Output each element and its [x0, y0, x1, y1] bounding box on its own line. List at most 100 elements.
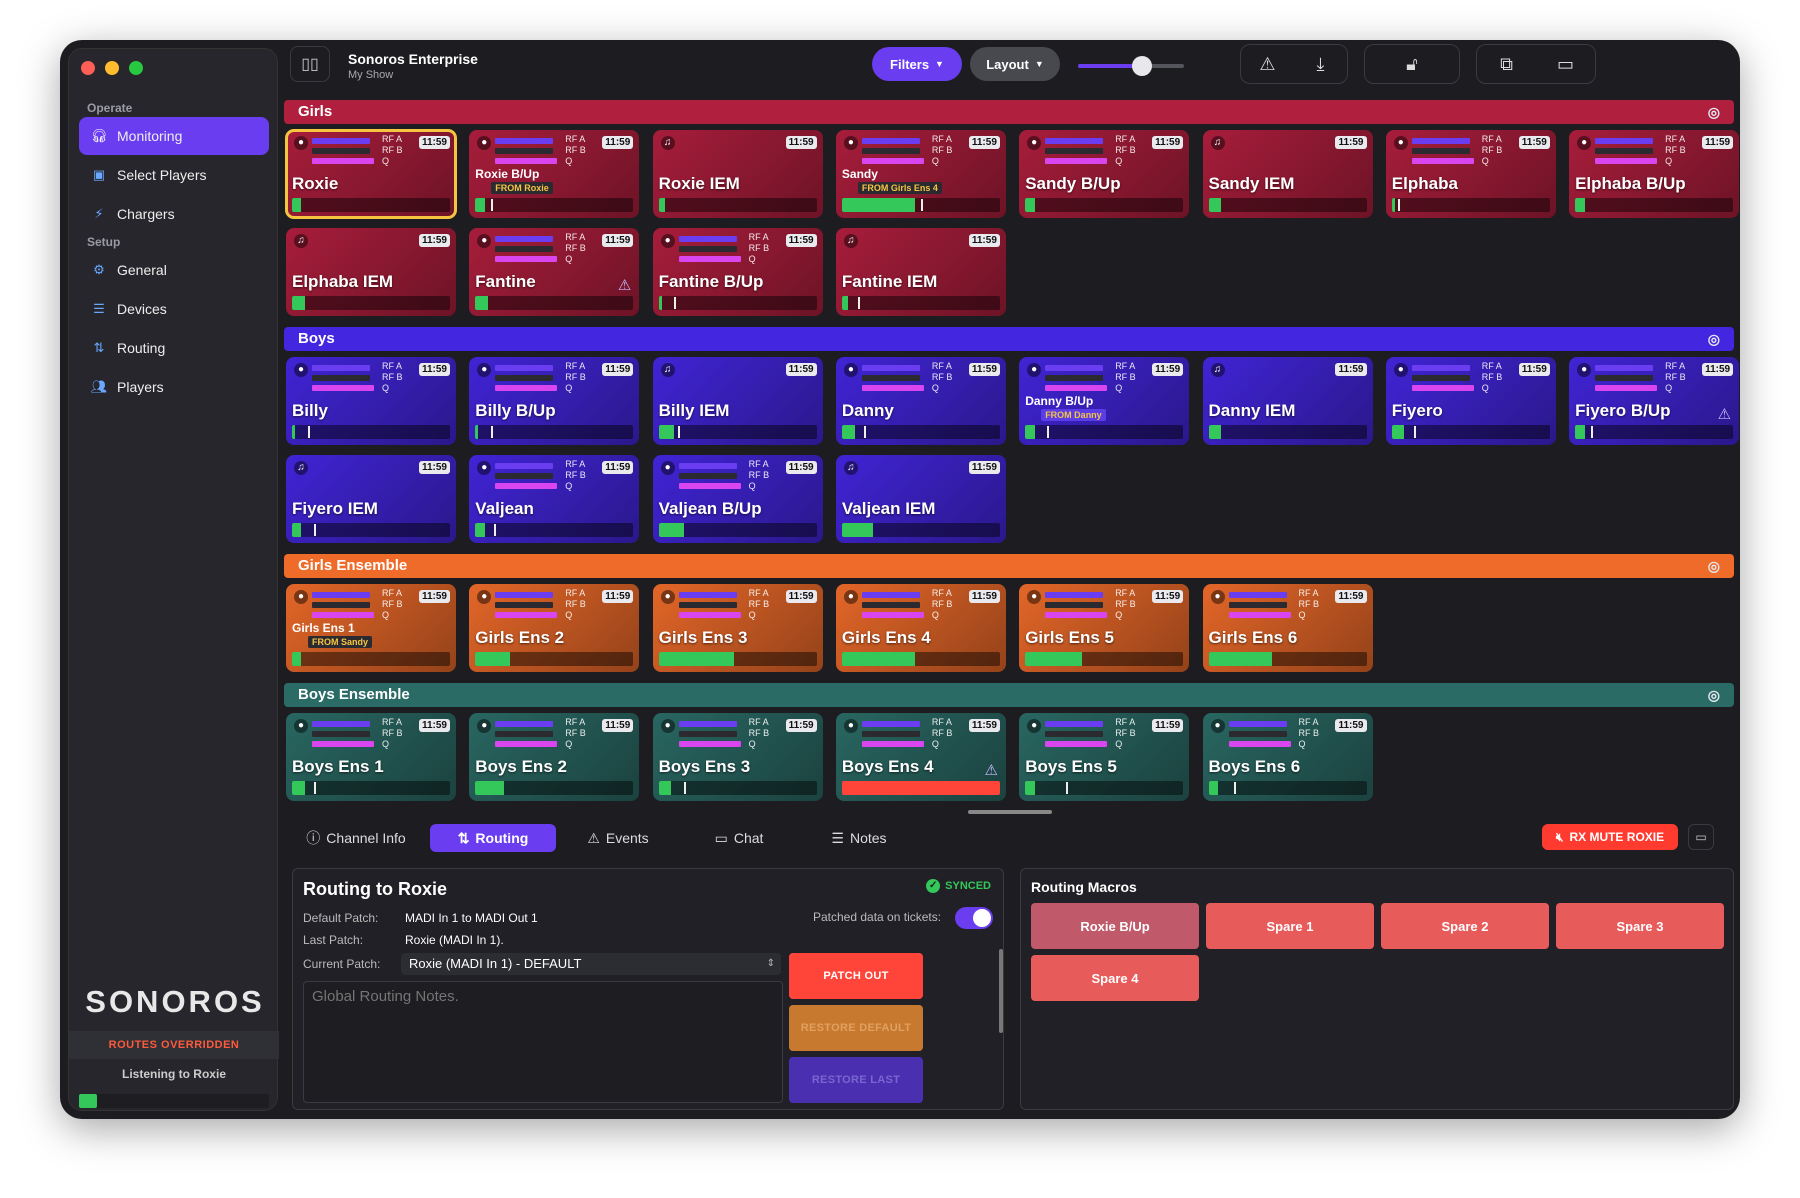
lock-icon[interactable]: 🔓︎	[1392, 54, 1432, 75]
channel-card[interactable]: ● RF A RF B Q 11:59 Boys Ens 5	[1019, 713, 1190, 801]
close-window-button[interactable]	[81, 61, 95, 75]
tab-chat[interactable]: ▭ Chat	[684, 824, 794, 852]
panel-toggle-icon[interactable]: ▭	[1546, 54, 1586, 75]
patched-data-toggle[interactable]	[955, 907, 993, 929]
channel-card[interactable]: ● RF A RF B Q 11:59 Sandy FROM Girls Ens 4	[835, 130, 1006, 218]
rf-meter	[312, 363, 382, 393]
channel-name: Girls Ens 3	[658, 628, 748, 647]
channel-card[interactable]: ● RF A RF B Q 11:59 Danny B/Up FROM Danny	[1019, 357, 1190, 445]
channel-card[interactable]: ♫ 11:59 Fantine IEM	[835, 228, 1006, 316]
tab-channel-info[interactable]: ⓘ Channel Info	[294, 824, 418, 852]
tab-routing[interactable]: ⇅ Routing	[430, 824, 556, 852]
zoom-window-button[interactable]	[129, 61, 143, 75]
channel-card[interactable]: ● RF A RF B Q 11:59 Sandy B/Up	[1019, 130, 1190, 218]
channel-card[interactable]: ♫ 11:59 Roxie IEM	[652, 130, 823, 218]
macro-spare-4-button[interactable]: Spare 4	[1031, 955, 1199, 1001]
tab-notes[interactable]: ☰ Notes	[804, 824, 914, 852]
rf-label: RF B	[1481, 145, 1503, 155]
rf-meter-bar	[312, 731, 370, 737]
eye-slash-icon[interactable]: ◎	[1708, 683, 1720, 707]
channel-card[interactable]: ● RF A RF B Q 11:59 Girls Ens 1 FROM Sandy	[286, 584, 456, 672]
channel-card[interactable]: ● RF A RF B Q 11:59 Boys Ens 2	[469, 713, 640, 801]
group-header-boys-ensemble[interactable]: Boys Ensemble ◎	[284, 683, 1734, 707]
scrollbar[interactable]	[999, 949, 1003, 1033]
sidebar-item-chargers[interactable]: ⚡︎ Chargers	[79, 195, 269, 233]
channel-card[interactable]: ● RF A RF B Q 11:59 Billy B/Up	[469, 357, 640, 445]
channel-card[interactable]: ♫ 11:59 Billy IEM	[652, 357, 823, 445]
microphone-icon: ●	[1393, 363, 1408, 377]
channel-card[interactable]: ● RF A RF B Q 11:59 Fiyero	[1385, 357, 1556, 445]
channel-card[interactable]: ● RF A RF B Q 11:59 Boys Ens 1	[286, 713, 456, 801]
channel-card[interactable]: ● RF A RF B Q 11:59 Fantine ⚠︎	[469, 228, 640, 316]
microphone-icon: ●	[1027, 136, 1042, 150]
channel-card[interactable]: ♫ 11:59 Elphaba IEM	[286, 228, 456, 316]
volume-slider[interactable]	[1078, 56, 1184, 76]
download-icon[interactable]: ⤓	[1301, 54, 1341, 75]
rf-labels: RF A RF BQ	[932, 361, 953, 394]
channel-card[interactable]: ● RF A RF B Q 11:59 Girls Ens 3	[652, 584, 823, 672]
sidebar-toggle-button[interactable]: ▯▯	[290, 46, 330, 82]
layout-button[interactable]: Layout ▼	[970, 47, 1060, 81]
channel-card[interactable]: ● RF A RF B Q 11:59 Girls Ens 2	[469, 584, 640, 672]
channel-card[interactable]: ● RF A RF B Q 11:59 Billy	[286, 357, 456, 445]
minimize-window-button[interactable]	[105, 61, 119, 75]
channel-card[interactable]: ● RF A RF B Q 11:59 Boys Ens 3	[652, 713, 823, 801]
panel-resize-handle[interactable]	[968, 810, 1052, 814]
channel-card[interactable]: ● RF A RF B Q 11:59 Girls Ens 6	[1202, 584, 1373, 672]
rf-label: RF A	[748, 588, 769, 598]
macro-spare-2-button[interactable]: Spare 2	[1381, 903, 1549, 949]
channel-card[interactable]: ● RF A RF B Q 11:59 Elphaba	[1385, 130, 1556, 218]
eye-slash-icon[interactable]: ◎	[1708, 100, 1720, 124]
channel-card[interactable]: ● RF A RF B Q 11:59 Valjean B/Up	[652, 455, 823, 543]
filters-button[interactable]: Filters ▼	[872, 47, 962, 81]
channel-card[interactable]: ● RF A RF B Q 11:59 Girls Ens 4	[835, 584, 1006, 672]
sidebar-item-devices[interactable]: ☰ Devices	[79, 290, 269, 328]
tab-events[interactable]: ⚠︎ Events	[562, 824, 674, 852]
macro-roxie-bup-button[interactable]: Roxie B/Up	[1031, 903, 1199, 949]
rx-mute-button[interactable]: 🔇︎ RX MUTE ROXIE	[1542, 824, 1678, 850]
channel-card[interactable]: ♫ 11:59 Sandy IEM	[1202, 130, 1373, 218]
collapse-panel-button[interactable]: ▭	[1688, 824, 1714, 850]
eye-slash-icon[interactable]: ◎	[1708, 554, 1720, 578]
macro-spare-3-button[interactable]: Spare 3	[1556, 903, 1724, 949]
external-window-icon[interactable]: ⧉	[1487, 54, 1527, 75]
warning-icon[interactable]: ⚠︎	[1248, 54, 1288, 75]
rf-meter-bar	[312, 602, 370, 608]
channel-card[interactable]: ● RF A RF B Q 11:59 Roxie B/Up FROM Roxie	[469, 130, 640, 218]
eye-slash-icon[interactable]: ◎	[1708, 327, 1720, 351]
group-header-girls[interactable]: Girls ◎	[284, 100, 1734, 124]
sidebar-item-select-players[interactable]: ▣ Select Players	[79, 156, 269, 194]
peak-marker	[674, 297, 677, 309]
channel-card[interactable]: ● RF A RF B Q 11:59 Fiyero B/Up ⚠︎	[1569, 357, 1740, 445]
channel-name: Elphaba B/Up	[1575, 174, 1686, 193]
routing-notes-input[interactable]	[303, 981, 783, 1103]
sidebar-item-players[interactable]: 👥︎ Players	[79, 368, 269, 406]
channel-card[interactable]: ♫ 11:59 Valjean IEM	[835, 455, 1006, 543]
channel-card[interactable]: ● RF A RF B Q 11:59 Danny	[835, 357, 1006, 445]
channel-card[interactable]: ● RF A RF B Q 11:59 Roxie	[285, 129, 457, 219]
channel-card[interactable]: ♫ 11:59 Fiyero IEM	[286, 455, 456, 543]
channel-card[interactable]: ● RF A RF B Q 11:59 Valjean	[469, 455, 640, 543]
patch-out-button[interactable]: PATCH OUT	[789, 953, 923, 999]
sidebar-item-monitoring[interactable]: 🎧︎ Monitoring	[79, 117, 269, 155]
restore-last-button[interactable]: RESTORE LAST	[789, 1057, 923, 1103]
group-header-boys[interactable]: Boys ◎	[284, 327, 1734, 351]
rf-label: RF A	[382, 588, 403, 598]
channel-card[interactable]: ♫ 11:59 Danny IEM	[1202, 357, 1373, 445]
rf-label: RF B	[748, 470, 770, 480]
sidebar-item-general[interactable]: ⚙︎ General	[79, 251, 269, 289]
channel-card[interactable]: ● RF A RF B Q 11:59 Elphaba B/Up	[1569, 130, 1740, 218]
level-meter-fill	[475, 198, 485, 212]
channel-card[interactable]: ● RF A RF B Q 11:59 Boys Ens 6	[1202, 713, 1373, 801]
volume-slider-knob[interactable]	[1131, 56, 1152, 76]
current-patch-select[interactable]: Roxie (MADI In 1) - DEFAULT ⇕	[401, 953, 781, 975]
channel-card[interactable]: ● RF A RF B Q 11:59 Fantine B/Up	[652, 228, 823, 316]
macro-spare-1-button[interactable]: Spare 1	[1206, 903, 1374, 949]
channel-card[interactable]: ● RF A RF B Q 11:59 Girls Ens 5	[1019, 584, 1190, 672]
restore-default-button[interactable]: RESTORE DEFAULT	[789, 1005, 923, 1051]
channel-card[interactable]: ● RF A RF B Q 11:59 Boys Ens 4 ⚠︎	[835, 713, 1006, 801]
rf-labels: RF A RF BQ	[749, 232, 770, 265]
rf-meter-bar	[678, 463, 737, 469]
sidebar-item-routing[interactable]: ⇅ Routing	[79, 329, 269, 367]
group-header-girls-ensemble[interactable]: Girls Ensemble ◎	[284, 554, 1734, 578]
